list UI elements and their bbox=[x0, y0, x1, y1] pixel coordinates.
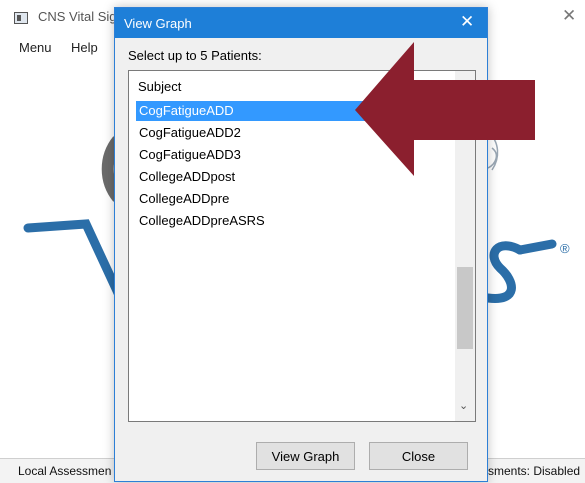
arrow-left-icon bbox=[355, 42, 535, 176]
